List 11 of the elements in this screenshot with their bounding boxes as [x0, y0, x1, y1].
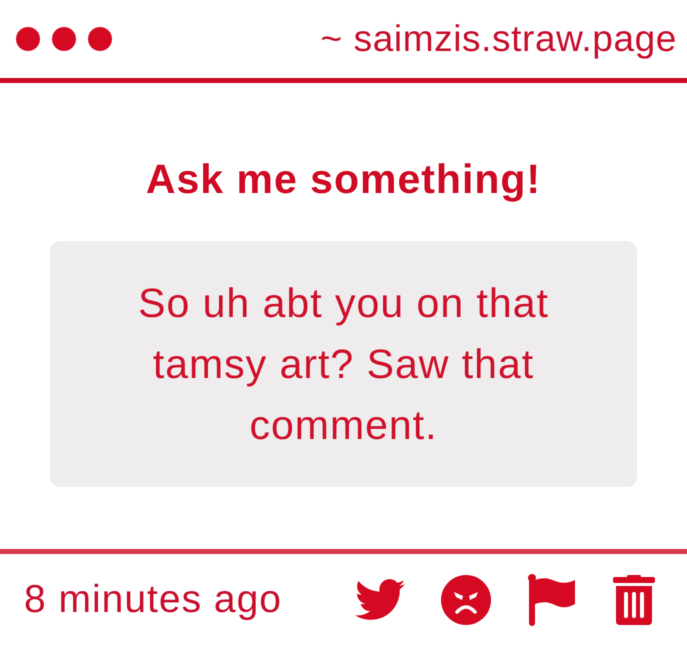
window-dot-icon — [16, 27, 40, 51]
trash-icon[interactable] — [613, 575, 655, 625]
angry-face-icon[interactable] — [441, 575, 491, 625]
window-dot-icon — [88, 27, 112, 51]
site-address: ~ saimzis.straw.page — [320, 18, 677, 60]
timestamp: 8 minutes ago — [24, 578, 282, 622]
bird-icon[interactable] — [355, 579, 405, 621]
page-heading: Ask me something! — [146, 155, 542, 203]
window-dot-icon — [52, 27, 76, 51]
flag-icon[interactable] — [527, 574, 577, 626]
question-text: So uh abt you on that tamsy art? Saw that comment. — [137, 278, 550, 450]
